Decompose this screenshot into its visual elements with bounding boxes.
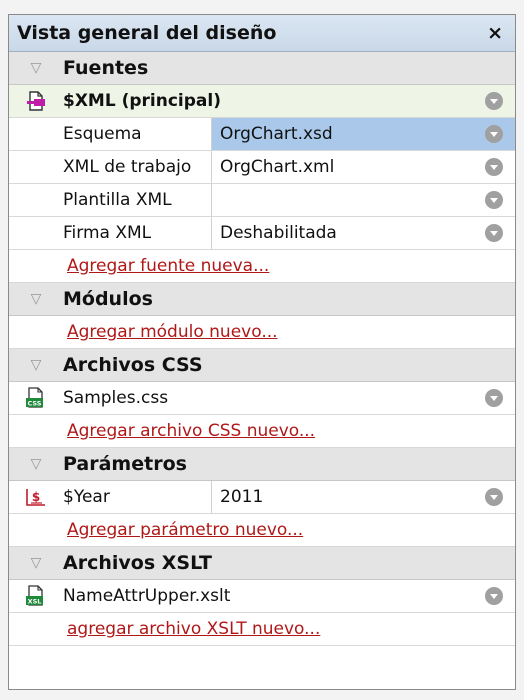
close-icon[interactable]: × <box>485 22 505 44</box>
panel-titlebar: Vista general del diseño × <box>9 15 515 52</box>
section-header-css[interactable]: ▽ Archivos CSS <box>9 349 515 382</box>
source-row-xml-main[interactable]: $XML (principal) <box>9 85 515 118</box>
add-parameter-row: Agregar parámetro nuevo... <box>9 514 515 547</box>
menu-circle-icon[interactable] <box>485 224 503 242</box>
menu-circle-icon[interactable] <box>485 587 503 605</box>
parameter-icon: $ <box>9 487 63 507</box>
parameter-value[interactable]: 2011 <box>211 481 515 513</box>
source-prop-row-plantilla[interactable]: Plantilla XML <box>9 184 515 217</box>
xml-source-icon <box>9 91 63 111</box>
prop-value[interactable]: OrgChart.xml <box>211 151 515 183</box>
prop-value[interactable] <box>211 184 515 216</box>
svg-text:$: $ <box>32 490 40 504</box>
collapse-triangle-icon[interactable]: ▽ <box>9 291 63 307</box>
menu-circle-icon[interactable] <box>485 158 503 176</box>
design-overview-panel: Vista general del diseño × ▽ Fuentes $XM… <box>8 14 516 690</box>
add-css-row: Agregar archivo CSS nuevo... <box>9 415 515 448</box>
source-prop-row-esquema[interactable]: Esquema OrgChart.xsd <box>9 118 515 151</box>
section-title: Parámetros <box>63 453 187 475</box>
section-title: Fuentes <box>63 57 149 79</box>
section-header-modulos[interactable]: ▽ Módulos <box>9 283 515 316</box>
menu-circle-icon[interactable] <box>485 191 503 209</box>
add-module-row: Agregar módulo nuevo... <box>9 316 515 349</box>
add-xslt-row: agregar archivo XSLT nuevo... <box>9 613 515 646</box>
source-prop-row-firma[interactable]: Firma XML Deshabilitada <box>9 217 515 250</box>
menu-circle-icon[interactable] <box>485 92 503 110</box>
collapse-triangle-icon[interactable]: ▽ <box>9 555 63 571</box>
collapse-triangle-icon[interactable]: ▽ <box>9 60 63 76</box>
add-css-link[interactable]: Agregar archivo CSS nuevo... <box>67 421 315 441</box>
menu-circle-icon[interactable] <box>485 389 503 407</box>
svg-text:CSS: CSS <box>28 400 42 408</box>
css-file-row[interactable]: CSS Samples.css <box>9 382 515 415</box>
section-title: Módulos <box>63 288 153 310</box>
collapse-triangle-icon[interactable]: ▽ <box>9 357 63 373</box>
prop-value[interactable]: Deshabilitada <box>211 217 515 249</box>
section-title: Archivos CSS <box>63 354 203 376</box>
xslt-file-name: NameAttrUpper.xslt <box>63 586 231 606</box>
section-header-fuentes[interactable]: ▽ Fuentes <box>9 52 515 85</box>
xslt-file-row[interactable]: XSL NameAttrUpper.xslt <box>9 580 515 613</box>
css-file-name: Samples.css <box>63 388 169 408</box>
css-file-icon: CSS <box>9 387 63 409</box>
prop-label: Firma XML <box>63 223 152 243</box>
panel-title: Vista general del diseño <box>17 22 277 44</box>
add-source-row: Agregar fuente nueva... <box>9 250 515 283</box>
section-title: Archivos XSLT <box>63 552 212 574</box>
menu-circle-icon[interactable] <box>485 488 503 506</box>
source-prop-row-xml-trabajo[interactable]: XML de trabajo OrgChart.xml <box>9 151 515 184</box>
collapse-triangle-icon[interactable]: ▽ <box>9 456 63 472</box>
prop-label: XML de trabajo <box>63 157 192 177</box>
section-header-parametros[interactable]: ▽ Parámetros <box>9 448 515 481</box>
source-name: $XML (principal) <box>63 91 221 111</box>
menu-circle-icon[interactable] <box>485 125 503 143</box>
add-module-link[interactable]: Agregar módulo nuevo... <box>67 322 278 342</box>
prop-label: Esquema <box>63 124 142 144</box>
svg-text:XSL: XSL <box>28 598 42 606</box>
parameter-name: $Year <box>63 487 110 507</box>
section-header-xslt[interactable]: ▽ Archivos XSLT <box>9 547 515 580</box>
add-parameter-link[interactable]: Agregar parámetro nuevo... <box>67 520 303 540</box>
prop-value[interactable]: OrgChart.xsd <box>211 118 515 150</box>
parameter-row[interactable]: $ $Year 2011 <box>9 481 515 514</box>
xslt-file-icon: XSL <box>9 585 63 607</box>
add-xslt-link[interactable]: agregar archivo XSLT nuevo... <box>67 619 320 639</box>
add-source-link[interactable]: Agregar fuente nueva... <box>67 256 269 276</box>
prop-label: Plantilla XML <box>63 190 172 210</box>
